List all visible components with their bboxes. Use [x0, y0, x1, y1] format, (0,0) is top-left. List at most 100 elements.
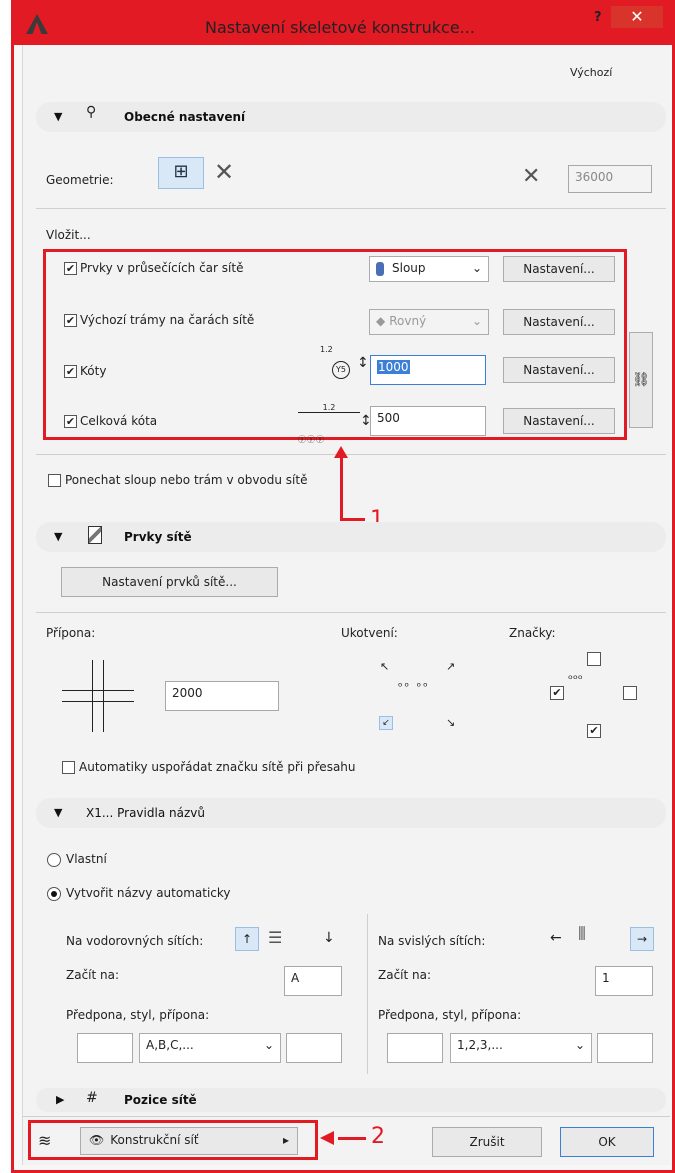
geometry-label: Geometrie:: [46, 173, 114, 187]
anchor-label: Ukotvení:: [341, 626, 398, 640]
help-button[interactable]: ?: [594, 10, 602, 25]
collapse-triangle-icon[interactable]: ▶: [56, 1093, 64, 1106]
dimension-value-field[interactable]: 1000: [370, 355, 486, 385]
window-title: Nastavení skeletové konstrukce...: [205, 18, 475, 37]
vertical-right-button[interactable]: →: [630, 927, 654, 951]
callout-1-line-h: [340, 518, 365, 521]
prefix-label-horizontal: Předpona, styl, přípona:: [66, 1008, 210, 1022]
section-grid-title: Prvky sítě: [124, 530, 192, 544]
vertical-divider: [367, 914, 368, 1074]
separator: [36, 454, 666, 455]
ok-button[interactable]: OK: [560, 1127, 654, 1157]
auto-arrange-label: Automatiky uspořádat značku sítě při pře…: [79, 760, 356, 774]
column-icon: [376, 261, 384, 276]
callout-1-line: [340, 452, 343, 520]
callout-1-arrow-icon: [334, 446, 348, 458]
section-naming-title: X1... Pravidla názvů: [86, 806, 205, 820]
row-grid-intersections-label: Prvky v průsečících čar sítě: [80, 261, 244, 275]
row-default-beams-label: Výchozí trámy na čarách sítě: [80, 313, 255, 327]
expand-triangle-icon[interactable]: ▼: [54, 110, 62, 123]
suffix-field-horizontal[interactable]: [286, 1033, 342, 1063]
geometry-value-field[interactable]: 36000: [568, 165, 652, 193]
expand-triangle-icon[interactable]: ▼: [54, 806, 62, 819]
measure-icon: ✕: [522, 164, 541, 189]
style-select-vertical[interactable]: 1,2,3,... ⌄: [450, 1033, 592, 1063]
mark-top-checkbox[interactable]: [587, 652, 601, 666]
cancel-button[interactable]: Zrušit: [432, 1127, 542, 1157]
separator: [22, 1116, 670, 1117]
prefix-label-vertical: Předpona, styl, přípona:: [378, 1008, 522, 1022]
own-label: Vlastní: [66, 852, 107, 866]
chevron-down-icon: ⌄: [574, 1038, 585, 1052]
checkbox-overall-dimension[interactable]: ✔: [64, 415, 77, 428]
chevron-down-icon: ⌄: [471, 261, 482, 275]
vertical-left-button[interactable]: ←: [550, 930, 562, 946]
beam-icon: ◆: [376, 314, 386, 328]
grid-element-icon: [88, 526, 102, 544]
mark-bottom-checkbox[interactable]: ✔: [587, 724, 601, 738]
start-label-horizontal: Začít na:: [66, 968, 120, 982]
prefix-field-vertical[interactable]: [387, 1033, 443, 1063]
row-dimensions-label: Kóty: [80, 364, 107, 378]
section-position-title: Pozice sítě: [124, 1093, 197, 1107]
anchor-bottom-left-button[interactable]: ↙: [379, 716, 393, 730]
default-settings-link[interactable]: Výchozí: [570, 66, 612, 79]
suffix-value-field[interactable]: 2000: [165, 681, 279, 711]
horizontal-up-button[interactable]: ↑: [235, 927, 259, 951]
mark-diagram-icon: ᵒᵒᵒ: [568, 672, 583, 686]
column-selector[interactable]: Sloup ⌄: [369, 256, 489, 282]
start-value-vertical[interactable]: 1: [595, 966, 653, 996]
highlight-box-2: [28, 1120, 318, 1160]
keep-perimeter-label: Ponechat sloup nebo trám v obvodu sítě: [65, 473, 308, 487]
overall-dimension-value-field[interactable]: 500: [370, 406, 486, 436]
horizontal-grid-icon: ☰: [268, 928, 283, 947]
settings-button-overall-dimension[interactable]: Nastavení...: [503, 408, 615, 434]
callout-2-line: [338, 1137, 366, 1140]
checkbox-dimensions[interactable]: ✔: [64, 365, 77, 378]
prefix-field-horizontal[interactable]: [77, 1033, 133, 1063]
dimension-diagram-icon: 1.2 Y5: [320, 345, 350, 379]
checkbox-grid-intersections[interactable]: ✔: [64, 262, 77, 275]
radio-own[interactable]: [47, 853, 61, 867]
suffix-field-vertical[interactable]: [597, 1033, 653, 1063]
start-value-horizontal[interactable]: A: [284, 966, 342, 996]
overall-dimension-diagram-icon: 1.2: [298, 403, 360, 413]
separator: [36, 208, 666, 209]
chevron-down-icon: ⌄: [471, 314, 482, 328]
horizontal-down-button[interactable]: ↓: [323, 930, 335, 946]
mark-right-checkbox[interactable]: [623, 686, 637, 700]
settings-button-beam[interactable]: Nastavení...: [503, 309, 615, 335]
callout-2-arrow-icon: [320, 1131, 334, 1145]
style-select-horizontal[interactable]: A,B,C,... ⌄: [139, 1033, 281, 1063]
close-button[interactable]: ✕: [611, 6, 663, 28]
start-label-vertical: Začít na:: [378, 968, 432, 982]
suffix-label: Přípona:: [46, 626, 96, 640]
callout-2: 2: [371, 1124, 385, 1149]
vertical-grids-label: Na svislých sítích:: [378, 934, 486, 948]
grid-bubbles-icon: ⓨⓨⓨ: [298, 435, 325, 444]
height-arrow-icon: ↕: [357, 355, 369, 371]
grid-elements-settings-button[interactable]: Nastavení prvků sítě...: [61, 567, 278, 597]
grid-position-icon: #: [86, 1090, 98, 1106]
settings-button-column[interactable]: Nastavení...: [503, 256, 615, 282]
checkbox-auto-arrange[interactable]: [62, 761, 75, 774]
marks-label: Značky:: [509, 626, 556, 640]
vertical-grid-icon: ⦀: [578, 924, 586, 945]
grid-extension-icon: [62, 660, 134, 732]
geometry-polar-button[interactable]: ✕: [214, 158, 234, 186]
link-chain-button[interactable]: ⛓: [629, 332, 653, 428]
checkbox-default-beams[interactable]: ✔: [64, 314, 77, 327]
horizontal-grids-label: Na vodorovných sítích:: [66, 934, 204, 948]
dialog-body: [22, 45, 670, 1165]
mark-left-checkbox[interactable]: ✔: [550, 686, 564, 700]
beam-selector[interactable]: ◆ Rovný ⌄: [369, 309, 489, 335]
settings-button-dimensions[interactable]: Nastavení...: [503, 357, 615, 383]
section-general-title: Obecné nastavení: [124, 110, 246, 124]
radio-auto[interactable]: [47, 887, 61, 901]
checkbox-keep-perimeter[interactable]: [48, 474, 61, 487]
separator: [36, 612, 666, 613]
expand-triangle-icon[interactable]: ▼: [54, 530, 62, 543]
chevron-down-icon: ⌄: [263, 1038, 274, 1052]
info-pin-icon: ⚲: [86, 104, 97, 120]
geometry-orthogonal-button[interactable]: ⊞: [158, 157, 204, 189]
